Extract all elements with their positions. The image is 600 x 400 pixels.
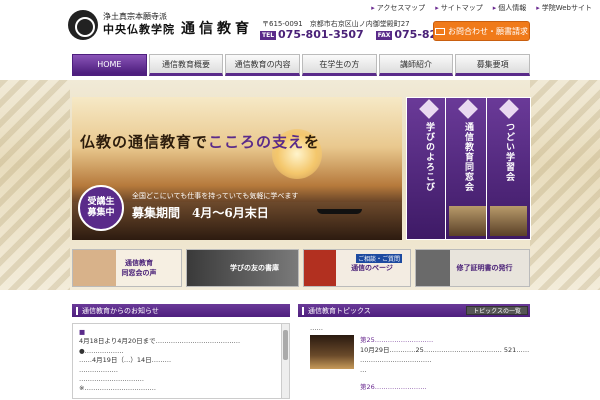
- alumni-voices-label: 通信教育 同窓会の声: [121, 259, 157, 277]
- news-line: ●………………: [79, 346, 124, 355]
- news-line: …………………………: [79, 375, 144, 384]
- news-line: 4月18日より4月20日まで…………………………………: [79, 337, 241, 346]
- correspondence-page-label: 通信のページ: [351, 264, 393, 272]
- hero-headline-part3: を: [304, 133, 321, 151]
- fax-icon: FAX: [375, 30, 393, 40]
- site-header: 浄土真宗本願寺派 中央仏教学院通信教育 アクセスマップ サイトマップ 個人情報 …: [0, 0, 600, 52]
- topic-body: 第25……………………… 10月29日…………25……………………………… 52…: [360, 335, 530, 375]
- hero-banner[interactable]: 仏教の通信教育でこころの支えを 受講生 募集中 全国どこにいても仕事を持っていて…: [72, 97, 402, 240]
- alumni-photo: [449, 206, 486, 236]
- topics-list-button[interactable]: トピックスの一覧: [466, 306, 528, 315]
- crest-icon: [458, 99, 478, 119]
- topic-summary: 10月29日…………25……………………………… 521…… …………………………: [360, 346, 530, 364]
- banner-alumni[interactable]: 通信教育同窓会: [445, 97, 490, 240]
- consultation-tag: ご相談・ご質問: [356, 254, 403, 263]
- tel-icon: TEL: [260, 30, 277, 40]
- logo-school-name: 中央仏教学院: [103, 22, 175, 36]
- news-line: ……4月19日（…）14日………: [79, 356, 172, 365]
- utility-links: アクセスマップ サイトマップ 個人情報 学院Webサイト: [371, 3, 592, 13]
- topic-title[interactable]: 第25………………………: [360, 335, 530, 345]
- library-label: 学びの友の書庫: [230, 264, 279, 272]
- news-header: 通信教育からのお知らせ: [72, 304, 290, 317]
- recruitment-period: 募集期間 4月～6月末日: [132, 206, 269, 220]
- news-title[interactable]: [79, 328, 277, 337]
- main-nav: HOME 通信教育概要 通信教育の内容 在学生の方 講師紹介 募集要項: [72, 54, 531, 76]
- access-map-link[interactable]: アクセスマップ: [371, 3, 425, 13]
- phone-value: 075-801-3507: [278, 28, 364, 41]
- inquiry-request-label: お問合わせ・願書請求: [448, 26, 528, 36]
- logo-title: 中央仏教学院 通信教育: [103, 20, 253, 37]
- site-logo[interactable]: 浄土真宗本願寺派 中央仏教学院 通信教育: [68, 10, 253, 40]
- certificate-label: 修了証明書の発行: [456, 264, 513, 272]
- hero-headline-accent: こころの支え: [208, 133, 305, 151]
- nav-students[interactable]: 在学生の方: [302, 54, 377, 76]
- crest-icon: [419, 99, 439, 119]
- nav-overview[interactable]: 通信教育概要: [148, 54, 224, 76]
- banner-joy-label: 学びのよろこび: [424, 122, 434, 192]
- hero-headline: 仏教の通信教育でこころの支えを: [80, 131, 320, 152]
- school-website-link[interactable]: 学院Webサイト: [536, 3, 592, 13]
- topics-panel: 通信教育トピックス トピックスの一覧 …… 第25……………………… 10月29…: [298, 304, 530, 400]
- nav-content[interactable]: 通信教育の内容: [225, 54, 301, 76]
- hero-headline-part1: 仏教の通信教育で: [80, 133, 209, 151]
- nav-admissions[interactable]: 募集要項: [455, 54, 531, 76]
- topic-thumbnail[interactable]: [310, 335, 354, 369]
- phone-number: TEL 075-801-3507: [260, 28, 364, 41]
- correspondence-page-link[interactable]: ご相談・ご質問 通信のページ: [303, 249, 411, 287]
- banner-meetings-label: つどい学習会: [504, 122, 514, 182]
- topic-more[interactable]: …: [360, 365, 530, 375]
- news-panel: 通信教育からのお知らせ 4月18日より4月20日まで………………………………… …: [72, 304, 290, 400]
- alumni-voices-link[interactable]: 通信教育 同窓会の声: [72, 249, 182, 287]
- topics-header-label: 通信教育トピックス: [308, 306, 371, 315]
- nav-home[interactable]: HOME: [72, 54, 147, 76]
- news-list: 4月18日より4月20日まで………………………………… ●……………… ……4月…: [72, 323, 290, 399]
- topic-next-title[interactable]: 第26……………………: [360, 381, 530, 391]
- topic-date: ……: [310, 324, 323, 332]
- inquiry-request-button[interactable]: お問合わせ・願書請求: [433, 21, 530, 41]
- recruiting-badge: 受講生 募集中: [78, 185, 124, 231]
- news-line: ………………: [79, 365, 118, 374]
- mail-icon: [435, 27, 445, 35]
- certificate-link[interactable]: 修了証明書の発行: [415, 249, 530, 287]
- banner-study-meetings[interactable]: つどい学習会: [486, 97, 531, 240]
- logo-course-name: 通信教育: [181, 20, 253, 37]
- topics-header: 通信教育トピックス トピックスの一覧: [298, 304, 530, 317]
- news-scrollbar[interactable]: [281, 324, 289, 398]
- nav-instructors[interactable]: 講師紹介: [378, 54, 454, 76]
- news-line: ※……………………………: [79, 384, 156, 393]
- topic-item[interactable]: 第25……………………… 10月29日…………25……………………………… 52…: [310, 335, 530, 375]
- recruiting-badge-label: 受講生 募集中: [87, 197, 115, 218]
- crest-icon: [499, 99, 519, 119]
- meetings-photo: [490, 206, 527, 236]
- library-link[interactable]: 学びの友の書庫: [186, 249, 299, 287]
- privacy-link[interactable]: 個人情報: [493, 3, 526, 13]
- hero-note: 全国どこにいても仕事を持っていても気軽に学べます: [132, 192, 299, 200]
- sitemap-link[interactable]: サイトマップ: [435, 3, 483, 13]
- banner-alumni-label: 通信教育同窓会: [463, 122, 473, 192]
- boat-icon: [317, 209, 362, 214]
- temple-seal-icon: [68, 10, 98, 40]
